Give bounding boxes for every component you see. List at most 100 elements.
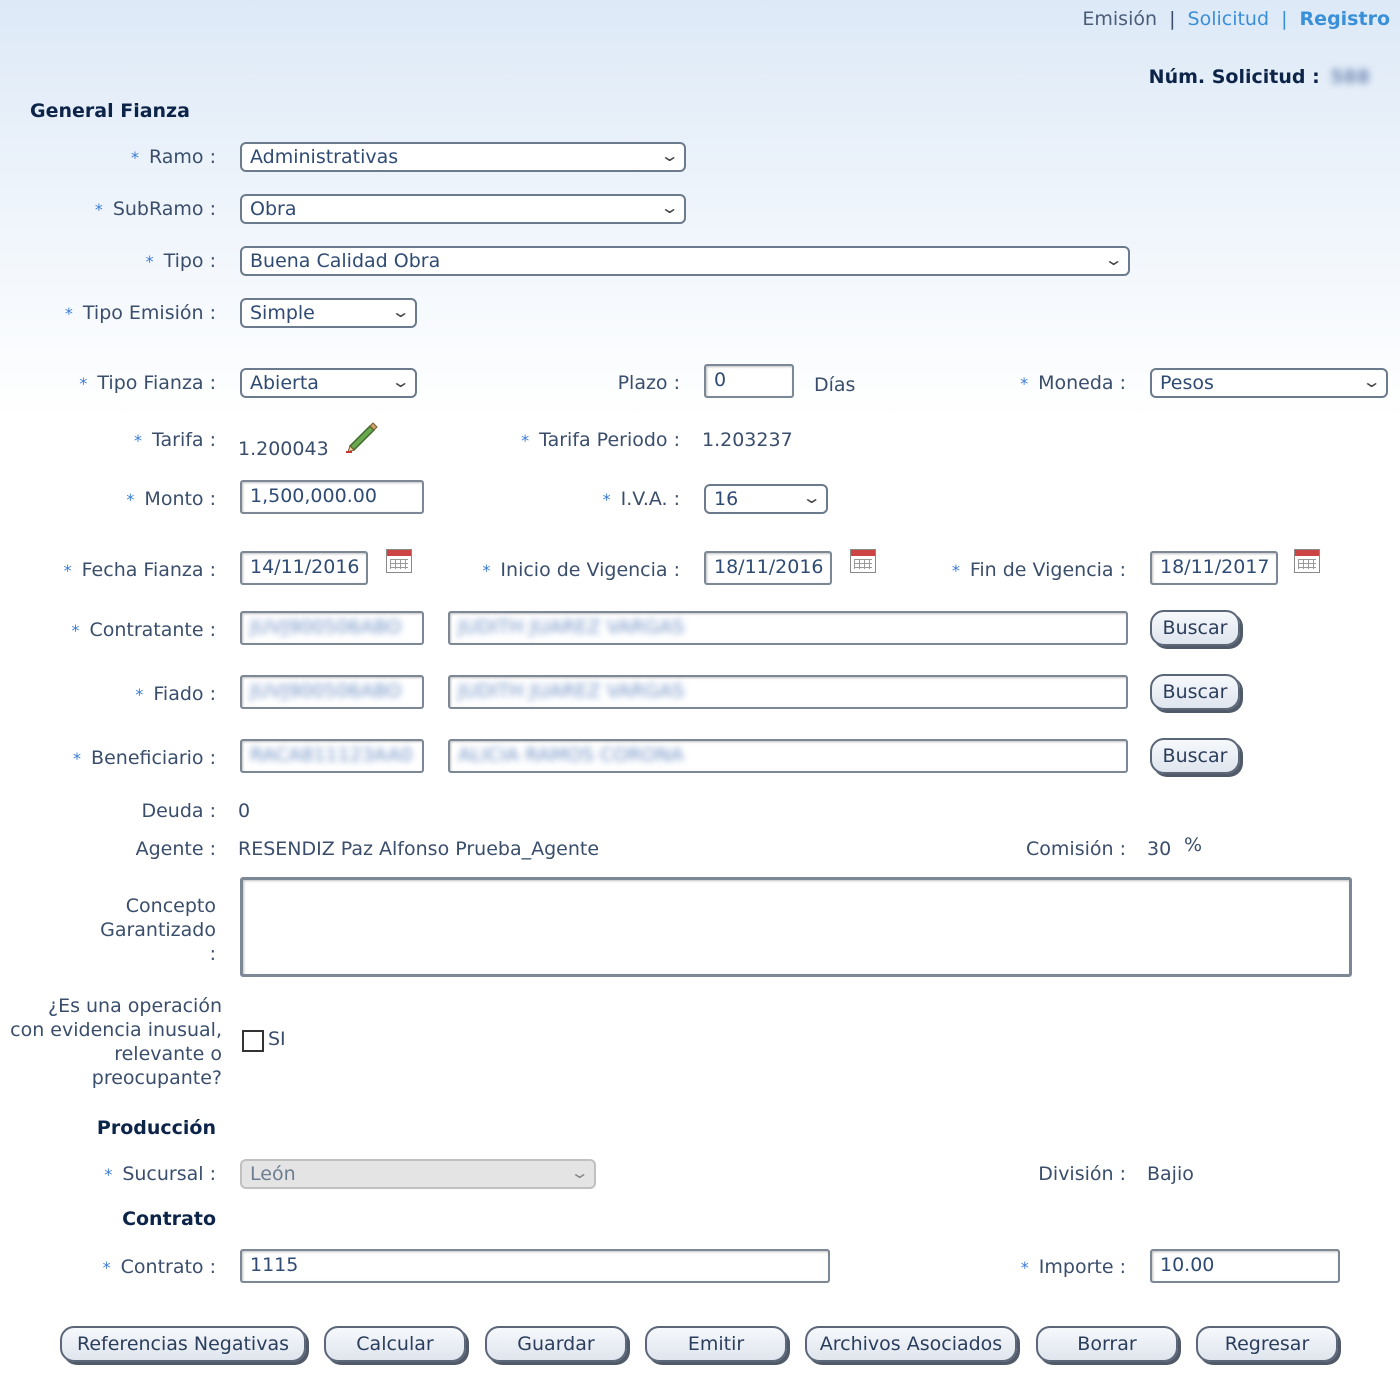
- required-asterisk: *: [951, 561, 960, 580]
- contrato-input[interactable]: 1115: [240, 1249, 830, 1283]
- breadcrumb-separator: |: [1281, 8, 1288, 30]
- num-solicitud-label: Núm. Solicitud :: [1148, 66, 1320, 88]
- chevron-down-icon: ⌄: [1361, 372, 1382, 391]
- breadcrumb-separator: |: [1169, 8, 1176, 30]
- chevron-down-icon: ⌄: [801, 488, 822, 507]
- tipo-label: * Tipo :: [145, 250, 216, 272]
- iva-label: * I.V.A. :: [602, 488, 680, 510]
- monto-label: * Monto :: [126, 488, 216, 510]
- section-title-produccion: Producción: [96, 1117, 216, 1139]
- required-asterisk: *: [482, 561, 491, 580]
- moneda-select[interactable]: Pesos ⌄: [1150, 368, 1388, 398]
- edit-pencil-icon[interactable]: [344, 418, 380, 454]
- fiado-name-input[interactable]: JUDITH JUAREZ VARGAS: [448, 675, 1128, 709]
- fiado-buscar-button[interactable]: Buscar: [1150, 674, 1240, 710]
- beneficiario-name-input[interactable]: ALICIA RAMOS CORONA: [448, 739, 1128, 773]
- monto-input[interactable]: 1,500,000.00: [240, 480, 424, 514]
- borrar-button[interactable]: Borrar: [1036, 1326, 1178, 1362]
- sucursal-select: León ⌄: [240, 1159, 596, 1189]
- agente-value: RESENDIZ Paz Alfonso Prueba_Agente: [238, 838, 600, 860]
- subramo-label: * SubRamo :: [94, 198, 216, 220]
- fecha-fianza-label: * Fecha Fianza :: [63, 559, 216, 581]
- tarifa-value: 1.200043: [238, 438, 329, 460]
- required-asterisk: *: [135, 685, 144, 704]
- num-solicitud: Núm. Solicitud : 588: [1149, 66, 1370, 88]
- contratante-label: * Contratante :: [71, 619, 216, 641]
- ramo-select[interactable]: Administrativas ⌄: [240, 142, 686, 172]
- chevron-down-icon: ⌄: [659, 146, 680, 165]
- comision-unit: %: [1184, 834, 1203, 856]
- plazo-input[interactable]: 0: [704, 364, 794, 398]
- section-title-contrato: Contrato: [122, 1208, 216, 1230]
- concepto-textarea[interactable]: [240, 877, 1352, 977]
- required-asterisk: *: [602, 490, 611, 509]
- importe-input[interactable]: 10.00: [1150, 1249, 1340, 1283]
- operacion-inusual-label: ¿Es una operación con evidencia inusual,…: [10, 995, 222, 1089]
- section-title-general: General Fianza: [30, 100, 190, 122]
- beneficiario-buscar-button[interactable]: Buscar: [1150, 738, 1240, 774]
- required-asterisk: *: [71, 621, 80, 640]
- comision-label: Comisión :: [1026, 838, 1126, 860]
- fiado-rfc-input[interactable]: JUVJ900506ABO: [240, 675, 424, 709]
- required-asterisk: *: [1020, 374, 1029, 393]
- fecha-fianza-input[interactable]: 14/11/2016: [240, 551, 368, 585]
- required-asterisk: *: [145, 252, 154, 271]
- inicio-vigencia-label: * Inicio de Vigencia :: [482, 559, 680, 581]
- tipo-fianza-select[interactable]: Abierta ⌄: [240, 368, 417, 398]
- fin-vigencia-input[interactable]: 18/11/2017: [1150, 551, 1278, 585]
- calcular-button[interactable]: Calcular: [324, 1326, 466, 1362]
- required-asterisk: *: [1020, 1258, 1029, 1277]
- plazo-label: Plazo :: [617, 372, 680, 394]
- tarifa-periodo-value: 1.203237: [702, 429, 793, 451]
- contratante-rfc-input[interactable]: JUVJ900506ABO: [240, 611, 424, 645]
- chevron-down-icon: ⌄: [1103, 250, 1124, 269]
- fiado-label: * Fiado :: [135, 683, 216, 705]
- calendar-icon[interactable]: [850, 549, 876, 573]
- chevron-down-icon: ⌄: [390, 372, 411, 391]
- fin-vigencia-label: * Fin de Vigencia :: [951, 559, 1126, 581]
- operacion-inusual-checkbox[interactable]: [242, 1030, 264, 1052]
- archivos-asociados-button[interactable]: Archivos Asociados: [805, 1326, 1017, 1362]
- num-solicitud-value: 588: [1330, 66, 1370, 88]
- breadcrumb-emision: Emisión: [1082, 8, 1158, 30]
- subramo-select[interactable]: Obra ⌄: [240, 194, 686, 224]
- contratante-name-input[interactable]: JUDITH JUAREZ VARGAS: [448, 611, 1128, 645]
- deuda-label: Deuda :: [141, 800, 216, 822]
- emitir-button[interactable]: Emitir: [645, 1326, 787, 1362]
- required-asterisk: *: [63, 561, 72, 580]
- beneficiario-label: * Beneficiario :: [73, 747, 216, 769]
- deuda-value: 0: [238, 800, 251, 822]
- iva-select[interactable]: 16 ⌄: [704, 484, 828, 514]
- tipo-emision-select[interactable]: Simple ⌄: [240, 298, 417, 328]
- concepto-label: Concepto Garantizado :: [100, 895, 216, 965]
- required-asterisk: *: [94, 200, 103, 219]
- required-asterisk: *: [79, 374, 88, 393]
- inicio-vigencia-input[interactable]: 18/11/2016: [704, 551, 832, 585]
- required-asterisk: *: [521, 431, 530, 450]
- required-asterisk: *: [64, 304, 73, 323]
- moneda-label: * Moneda :: [1020, 372, 1126, 394]
- beneficiario-rfc-input[interactable]: RACA811123AA0: [240, 739, 424, 773]
- guardar-button[interactable]: Guardar: [485, 1326, 627, 1362]
- division-value: Bajio: [1147, 1163, 1194, 1185]
- required-asterisk: *: [102, 1258, 111, 1277]
- required-asterisk: *: [134, 431, 143, 450]
- breadcrumb-registro-link[interactable]: Registro: [1300, 8, 1390, 30]
- breadcrumb-solicitud-link[interactable]: Solicitud: [1188, 8, 1270, 30]
- operacion-inusual-option: SI: [268, 1028, 286, 1050]
- agente-label: Agente :: [135, 838, 216, 860]
- contratante-buscar-button[interactable]: Buscar: [1150, 610, 1240, 646]
- tipo-fianza-label: * Tipo Fianza :: [79, 372, 216, 394]
- required-asterisk: *: [126, 490, 135, 509]
- sucursal-label: * Sucursal :: [104, 1163, 216, 1185]
- chevron-down-icon: ⌄: [390, 302, 411, 321]
- referencias-negativas-button[interactable]: Referencias Negativas: [60, 1326, 306, 1362]
- chevron-down-icon: ⌄: [659, 198, 680, 217]
- tipo-select[interactable]: Buena Calidad Obra ⌄: [240, 246, 1130, 276]
- plazo-unit: Días: [814, 374, 856, 396]
- calendar-icon[interactable]: [386, 549, 412, 573]
- tarifa-label: * Tarifa :: [134, 429, 216, 451]
- regresar-button[interactable]: Regresar: [1196, 1326, 1338, 1362]
- calendar-icon[interactable]: [1294, 549, 1320, 573]
- required-asterisk: *: [130, 148, 139, 167]
